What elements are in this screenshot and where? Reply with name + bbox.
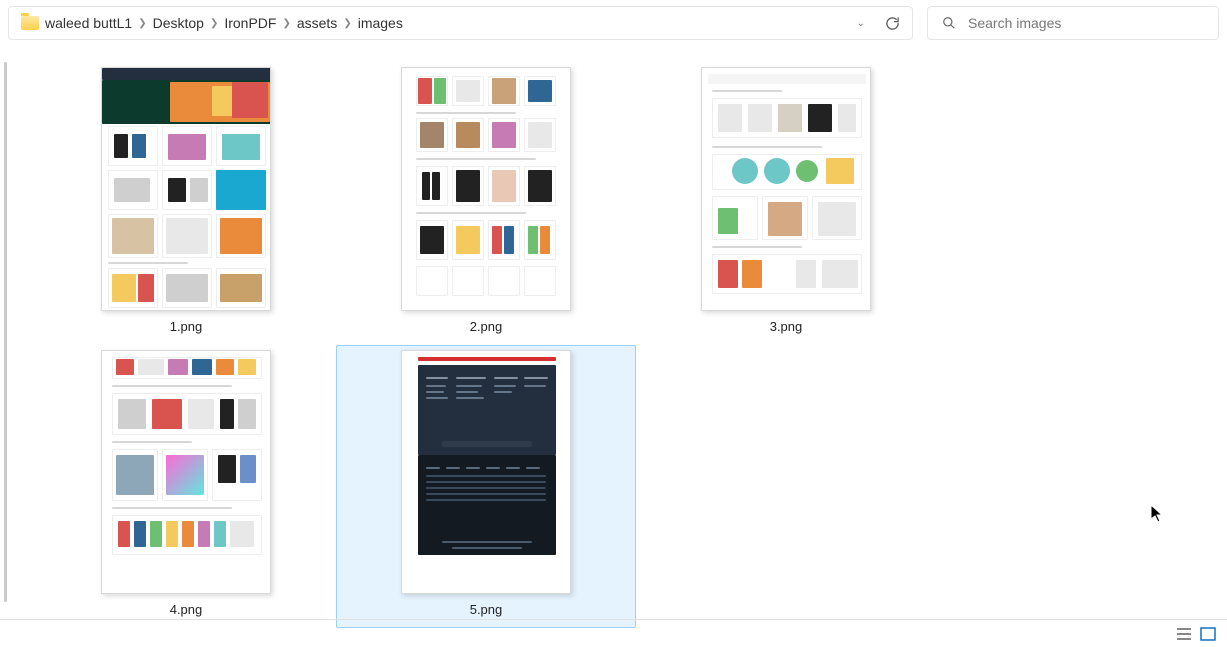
chevron-down-icon[interactable]: ⌄ — [857, 18, 865, 29]
address-bar-actions: ⌄ — [857, 16, 900, 31]
search-input[interactable] — [968, 15, 1204, 31]
breadcrumb: waleed buttL1 ❯ Desktop ❯ IronPDF ❯ asse… — [45, 15, 403, 31]
refresh-icon[interactable] — [885, 16, 900, 31]
chevron-right-icon: ❯ — [282, 18, 290, 29]
file-thumbnail — [101, 350, 271, 594]
breadcrumb-item[interactable]: waleed buttL1 — [45, 15, 132, 31]
file-name: 3.png — [770, 319, 803, 334]
chevron-right-icon: ❯ — [343, 18, 351, 29]
chevron-right-icon: ❯ — [138, 18, 146, 29]
breadcrumb-item[interactable]: images — [358, 15, 403, 31]
details-view-button[interactable] — [1175, 626, 1193, 642]
breadcrumb-item[interactable]: Desktop — [153, 15, 204, 31]
search-icon — [942, 16, 956, 30]
scrollbar-thumb[interactable] — [4, 62, 7, 602]
file-grid: 1.png — [14, 48, 1227, 617]
search-box[interactable] — [927, 6, 1219, 40]
chevron-right-icon: ❯ — [210, 18, 218, 29]
file-name: 4.png — [170, 602, 203, 617]
breadcrumb-item[interactable]: assets — [297, 15, 337, 31]
status-bar — [0, 619, 1227, 647]
content-area: 1.png — [0, 48, 1227, 617]
file-item[interactable]: 5.png — [336, 345, 636, 628]
file-item[interactable]: 3.png — [636, 62, 936, 345]
file-item[interactable]: 4.png — [36, 345, 336, 628]
file-thumbnail — [701, 67, 871, 311]
file-thumbnail — [401, 350, 571, 594]
file-name: 2.png — [470, 319, 503, 334]
breadcrumb-item[interactable]: IronPDF — [224, 15, 276, 31]
thumbnails-view-button[interactable] — [1199, 626, 1217, 642]
folder-icon — [21, 16, 39, 30]
file-thumbnail — [401, 67, 571, 311]
file-name: 1.png — [170, 319, 203, 334]
scrollbar[interactable] — [0, 48, 14, 617]
file-thumbnail — [101, 67, 271, 311]
file-item[interactable]: 1.png — [36, 62, 336, 345]
file-name: 5.png — [470, 602, 503, 617]
address-bar[interactable]: waleed buttL1 ❯ Desktop ❯ IronPDF ❯ asse… — [8, 6, 913, 40]
file-item[interactable]: 2.png — [336, 62, 636, 345]
toolbar: waleed buttL1 ❯ Desktop ❯ IronPDF ❯ asse… — [0, 0, 1227, 46]
